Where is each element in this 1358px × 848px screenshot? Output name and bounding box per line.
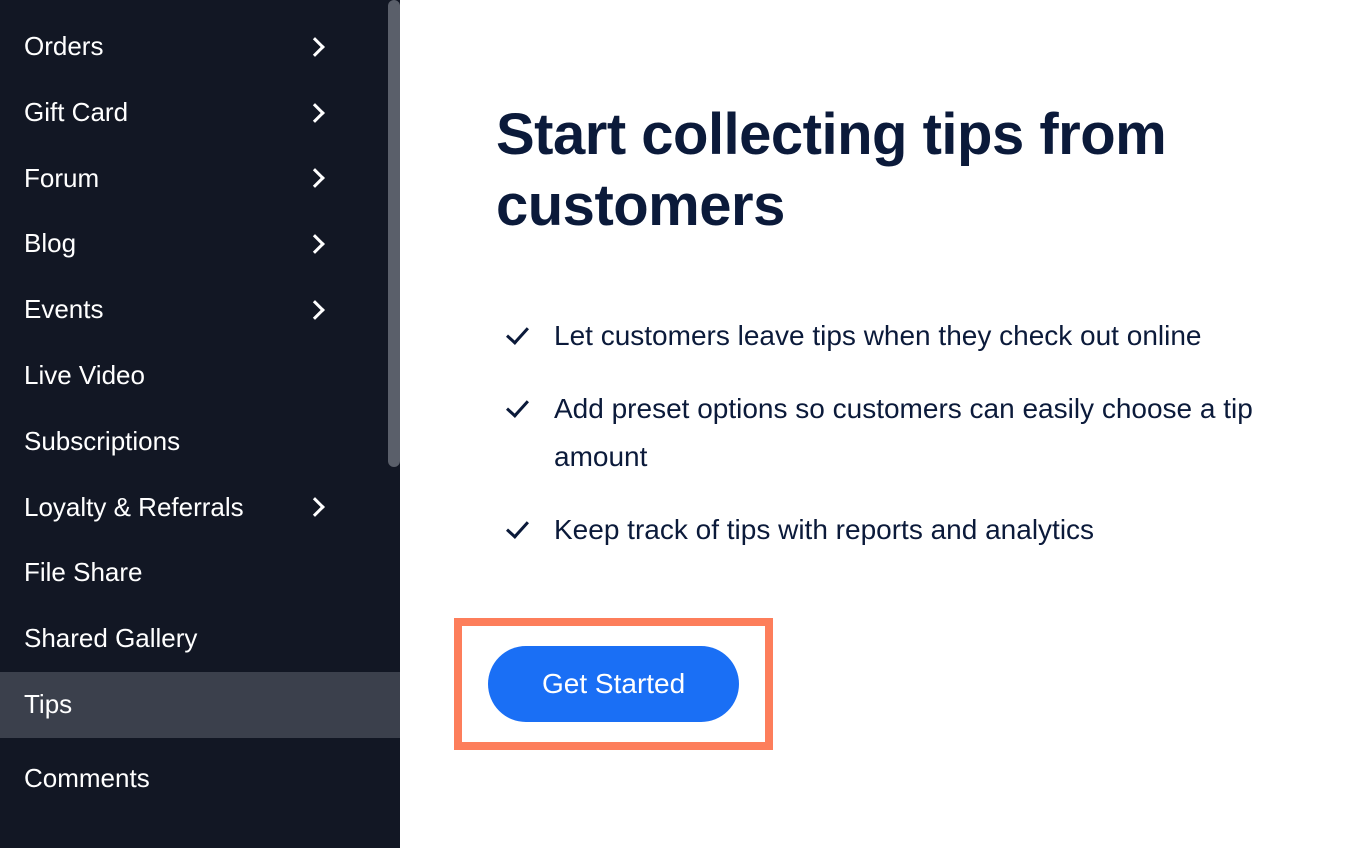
check-icon (504, 395, 532, 419)
check-icon (504, 322, 532, 346)
cta-highlight-box: Get Started (454, 618, 773, 750)
sidebar-item-label: Subscriptions (24, 425, 372, 459)
chevron-right-icon (305, 234, 325, 254)
sidebar-item-live-video[interactable]: Live Video (0, 343, 400, 409)
chevron-right-icon (305, 103, 325, 123)
chevron-right-icon (305, 37, 325, 57)
feature-text: Let customers leave tips when they check… (554, 312, 1201, 360)
sidebar-item-label: File Share (24, 556, 372, 590)
main-content: Start collecting tips from customers Let… (400, 0, 1358, 848)
sidebar-item-gift-card[interactable]: Gift Card (0, 80, 400, 146)
sidebar: Orders Gift Card Forum Blog Events Live … (0, 0, 400, 848)
feature-text: Keep track of tips with reports and anal… (554, 506, 1094, 554)
sidebar-item-label: Blog (24, 227, 308, 261)
sidebar-item-events[interactable]: Events (0, 277, 400, 343)
sidebar-item-label: Events (24, 293, 308, 327)
sidebar-scrollbar[interactable] (388, 0, 400, 467)
chevron-right-icon (305, 300, 325, 320)
sidebar-item-blog[interactable]: Blog (0, 211, 400, 277)
sidebar-item-label: Comments (24, 762, 372, 796)
chevron-right-icon (305, 498, 325, 518)
sidebar-item-subscriptions[interactable]: Subscriptions (0, 409, 400, 475)
sidebar-item-tips[interactable]: Tips (0, 672, 400, 738)
check-icon (504, 516, 532, 540)
feature-text: Add preset options so customers can easi… (554, 385, 1264, 480)
sidebar-item-label: Tips (24, 688, 372, 722)
sidebar-item-comments[interactable]: Comments (0, 746, 400, 812)
sidebar-item-file-share[interactable]: File Share (0, 540, 400, 606)
feature-list: Let customers leave tips when they check… (504, 312, 1288, 554)
sidebar-item-label: Orders (24, 30, 308, 64)
sidebar-item-label: Live Video (24, 359, 372, 393)
chevron-right-icon (305, 169, 325, 189)
feature-item: Add preset options so customers can easi… (504, 385, 1264, 480)
sidebar-separator (0, 738, 400, 746)
sidebar-item-label: Loyalty & Referrals (24, 491, 308, 525)
page-title: Start collecting tips from customers (496, 100, 1288, 242)
feature-item: Keep track of tips with reports and anal… (504, 506, 1264, 554)
sidebar-item-orders[interactable]: Orders (0, 14, 400, 80)
sidebar-item-loyalty-referrals[interactable]: Loyalty & Referrals (0, 475, 400, 541)
sidebar-item-forum[interactable]: Forum (0, 146, 400, 212)
app-layout: Orders Gift Card Forum Blog Events Live … (0, 0, 1358, 848)
feature-item: Let customers leave tips when they check… (504, 312, 1264, 360)
sidebar-item-label: Forum (24, 162, 308, 196)
sidebar-item-label: Shared Gallery (24, 622, 372, 656)
sidebar-item-shared-gallery[interactable]: Shared Gallery (0, 606, 400, 672)
sidebar-item-label: Gift Card (24, 96, 308, 130)
get-started-button[interactable]: Get Started (488, 646, 739, 722)
